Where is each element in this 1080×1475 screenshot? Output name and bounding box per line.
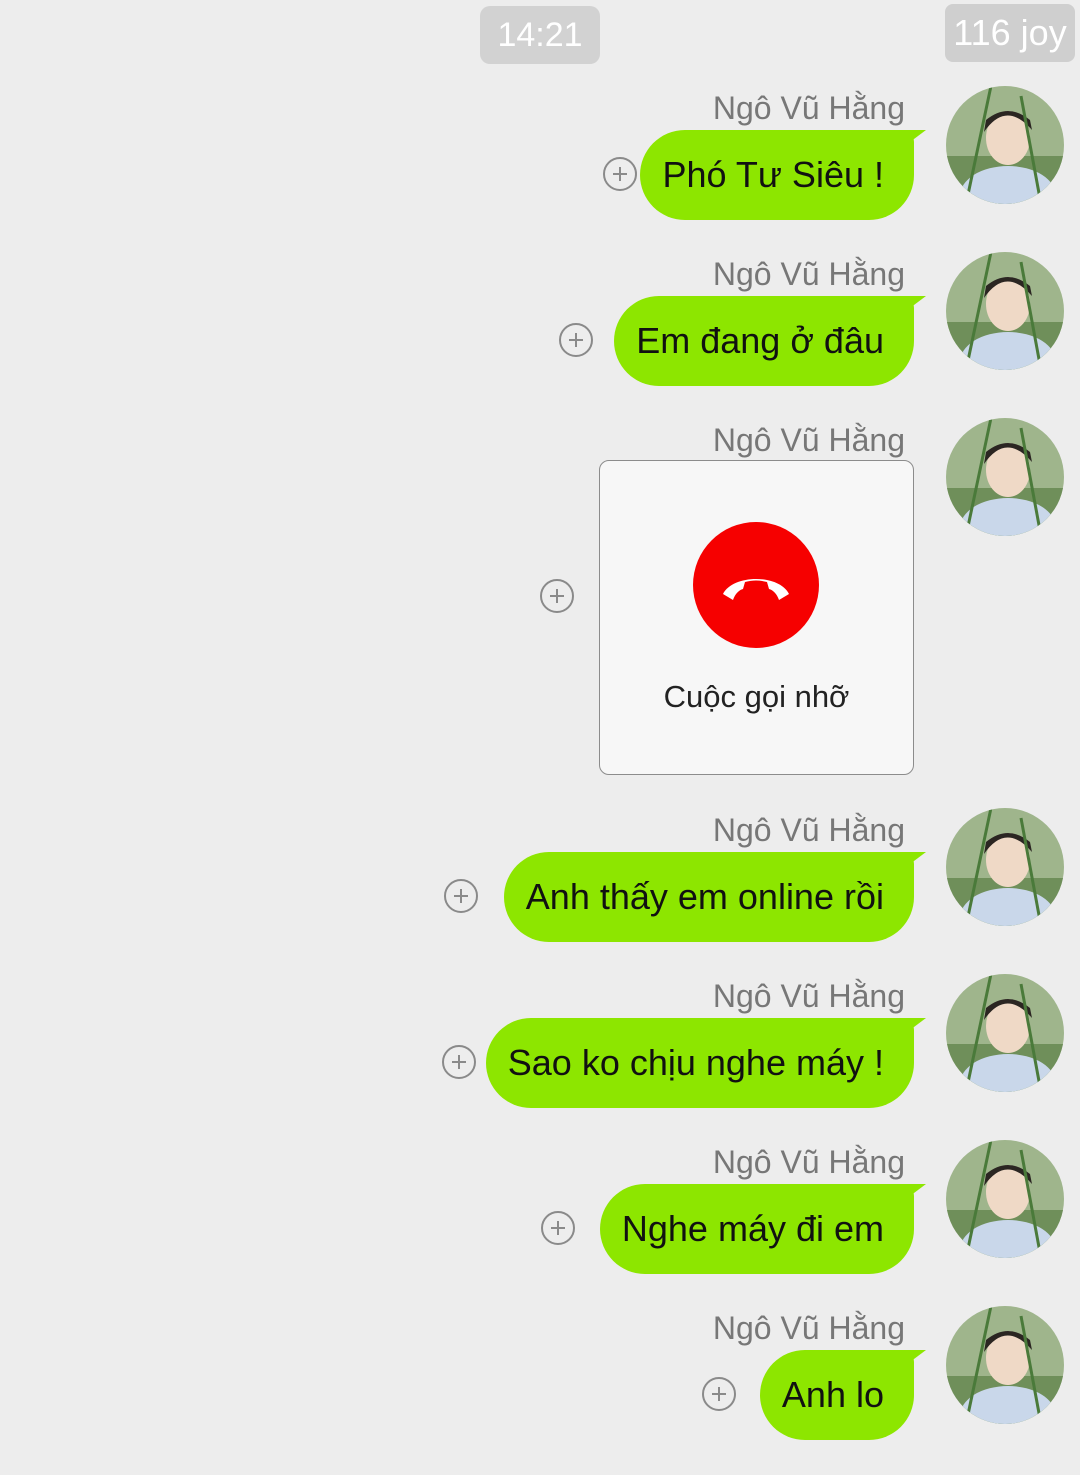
avatar[interactable] xyxy=(946,86,1064,204)
avatar[interactable] xyxy=(946,252,1064,370)
sender-name: Ngô Vũ Hằng xyxy=(712,90,905,126)
avatar[interactable] xyxy=(946,418,1064,536)
hang-up-phone-icon xyxy=(693,522,819,648)
sender-name: Ngô Vũ Hằng xyxy=(712,812,905,848)
missed-call-card[interactable]: Cuộc gọi nhỡ xyxy=(599,460,914,775)
sender-name: Ngô Vũ Hằng xyxy=(712,1310,905,1346)
message-bubble[interactable]: Anh lo xyxy=(759,1350,926,1440)
sender-name: Ngô Vũ Hằng xyxy=(712,422,905,458)
message-bubble[interactable]: Phó Tư Siêu ! xyxy=(640,130,926,220)
timestamp-chip: 14:21 xyxy=(480,6,600,64)
add-reaction-button[interactable] xyxy=(559,323,593,357)
avatar[interactable] xyxy=(946,808,1064,926)
message-text: Sao ko chịu nghe máy ! xyxy=(507,1042,884,1083)
add-reaction-button[interactable] xyxy=(603,157,637,191)
watermark-label: 116 joy xyxy=(945,4,1075,62)
sender-name: Ngô Vũ Hằng xyxy=(712,978,905,1014)
add-reaction-button[interactable] xyxy=(540,579,574,613)
avatar[interactable] xyxy=(946,974,1064,1092)
message-text: Em đang ở đâu xyxy=(636,320,884,361)
avatar[interactable] xyxy=(946,1140,1064,1258)
add-reaction-button[interactable] xyxy=(444,879,478,913)
message-text: Nghe máy đi em xyxy=(621,1208,884,1249)
message-text: Anh thấy em online rồi xyxy=(525,876,884,917)
message-text: Phó Tư Siêu ! xyxy=(662,154,884,195)
sender-name: Ngô Vũ Hằng xyxy=(712,256,905,292)
sender-name: Ngô Vũ Hằng xyxy=(712,1144,905,1180)
message-text: Anh lo xyxy=(781,1374,884,1415)
message-bubble[interactable]: Sao ko chịu nghe máy ! xyxy=(485,1018,926,1108)
add-reaction-button[interactable] xyxy=(442,1045,476,1079)
message-bubble[interactable]: Anh thấy em online rồi xyxy=(503,852,926,942)
message-bubble[interactable]: Em đang ở đâu xyxy=(614,296,926,386)
message-bubble[interactable]: Nghe máy đi em xyxy=(599,1184,926,1274)
avatar[interactable] xyxy=(946,1306,1064,1424)
add-reaction-button[interactable] xyxy=(702,1377,736,1411)
missed-call-label: Cuộc gọi nhỡ xyxy=(663,679,850,714)
add-reaction-button[interactable] xyxy=(541,1211,575,1245)
